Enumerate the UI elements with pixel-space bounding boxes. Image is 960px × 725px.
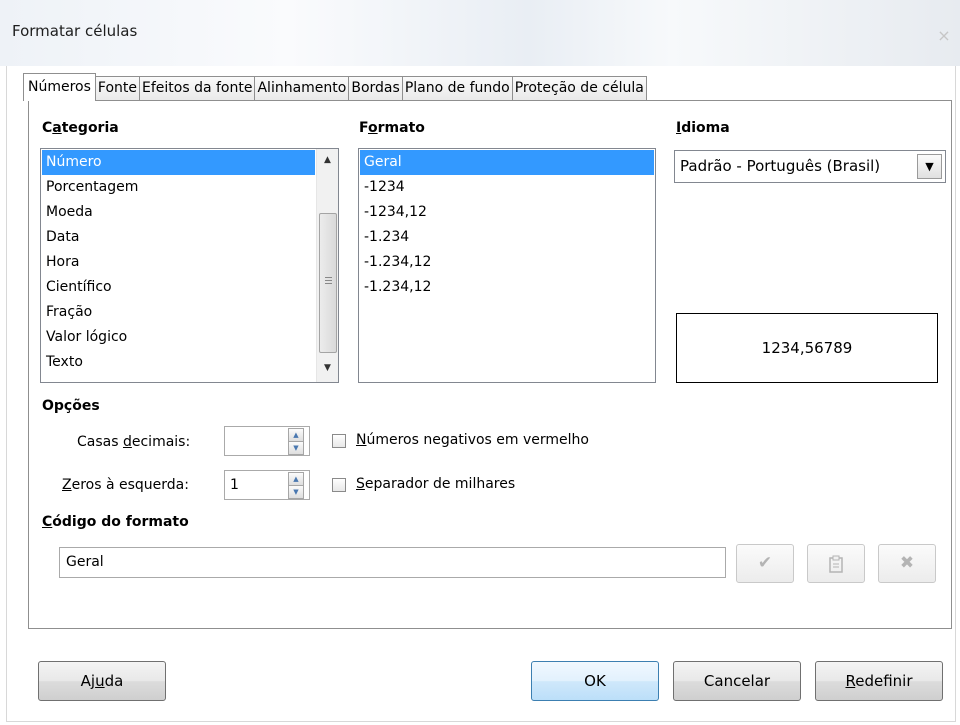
thousands-separator-checkbox[interactable] xyxy=(332,478,346,492)
tab-efeitos-da-fonte[interactable]: Efeitos da fonte xyxy=(139,76,256,101)
list-item[interactable]: Científico xyxy=(42,275,315,300)
spin-up-icon[interactable]: ▲ xyxy=(288,428,304,442)
leading-zeros-label: Zeros à esquerda: xyxy=(62,477,189,493)
negative-red-label: Números negativos em vermelho xyxy=(356,432,589,448)
comment-icon[interactable] xyxy=(807,544,865,583)
options-header: Opções xyxy=(42,398,100,414)
tab-plano-de-fundo[interactable]: Plano de fundo xyxy=(401,76,513,101)
language-label: Idioma xyxy=(676,120,730,136)
list-item[interactable]: Data xyxy=(42,225,315,250)
tab-fonte[interactable]: Fonte xyxy=(94,76,141,101)
help-button[interactable]: Ajuda xyxy=(38,661,166,701)
decimal-places-label: Casas decimais: xyxy=(77,434,191,450)
spin-down-icon[interactable]: ▼ xyxy=(288,441,304,455)
list-item[interactable]: -1.234 xyxy=(360,225,654,250)
scroll-thumb[interactable] xyxy=(319,213,337,353)
cancel-button[interactable]: Cancelar xyxy=(673,661,801,701)
list-item[interactable]: Porcentagem xyxy=(42,175,315,200)
format-code-input[interactable]: Geral xyxy=(59,547,726,578)
spin-down-icon[interactable]: ▼ xyxy=(288,485,304,499)
tab-numeros[interactable]: Números xyxy=(23,73,96,101)
thousands-separator-label: Separador de milhares xyxy=(356,476,516,492)
tab-protecao-de-celula[interactable]: Proteção de célula xyxy=(511,76,647,101)
language-value: Padrão - Português (Brasil) xyxy=(680,157,881,175)
decimal-places-stepper[interactable]: ▲ ▼ xyxy=(224,426,310,456)
list-item[interactable]: -1.234,12 xyxy=(360,250,654,275)
category-list[interactable]: Número Porcentagem Moeda Data Hora Cient… xyxy=(40,148,339,383)
list-item[interactable]: Moeda xyxy=(42,200,315,225)
negative-red-checkbox[interactable] xyxy=(332,434,346,448)
spin-up-icon[interactable]: ▲ xyxy=(288,472,304,486)
close-icon[interactable]: × xyxy=(936,28,952,44)
tab-alinhamento[interactable]: Alinhamento xyxy=(254,76,350,101)
tab-bar: Números Fonte Efeitos da fonte Alinhamen… xyxy=(23,73,647,101)
list-item[interactable]: -1234,12 xyxy=(360,200,654,225)
leading-zeros-stepper[interactable]: 1 ▲ ▼ xyxy=(224,470,310,500)
list-item[interactable]: Geral xyxy=(360,150,654,175)
format-code-header: Código do formato xyxy=(42,514,189,530)
list-item[interactable]: Valor lógico xyxy=(42,325,315,350)
leading-zeros-value: 1 xyxy=(230,477,239,493)
title-bar xyxy=(0,0,960,66)
list-item[interactable]: Texto xyxy=(42,350,315,375)
reset-button[interactable]: Redefinir xyxy=(815,661,943,701)
delete-icon[interactable]: ✖ xyxy=(878,544,936,583)
format-code-value: Geral xyxy=(66,554,104,570)
category-label: Categoria xyxy=(42,120,119,136)
format-list[interactable]: Geral -1234 -1234,12 -1.234 -1.234,12 -1… xyxy=(358,148,656,383)
checkmark-icon[interactable]: ✔ xyxy=(736,544,794,583)
list-item[interactable]: -1.234,12 xyxy=(360,275,654,300)
chevron-down-icon[interactable]: ▼ xyxy=(917,154,942,179)
list-item[interactable]: Número xyxy=(42,150,315,175)
list-item[interactable]: Fração xyxy=(42,300,315,325)
language-select[interactable]: Padrão - Português (Brasil) ▼ xyxy=(674,150,946,183)
window-title: Formatar células xyxy=(12,22,138,40)
format-label: Formato xyxy=(359,120,425,136)
ok-button[interactable]: OK xyxy=(531,661,659,701)
scroll-down-icon[interactable]: ▼ xyxy=(317,363,338,375)
tab-bordas[interactable]: Bordas xyxy=(348,76,403,101)
preview-text: 1234,56789 xyxy=(761,339,853,357)
format-preview: 1234,56789 xyxy=(676,313,938,383)
list-item[interactable]: -1234 xyxy=(360,175,654,200)
list-item[interactable]: Hora xyxy=(42,250,315,275)
category-scrollbar[interactable]: ▲ ▼ xyxy=(316,149,338,382)
scroll-up-icon[interactable]: ▲ xyxy=(317,155,338,167)
